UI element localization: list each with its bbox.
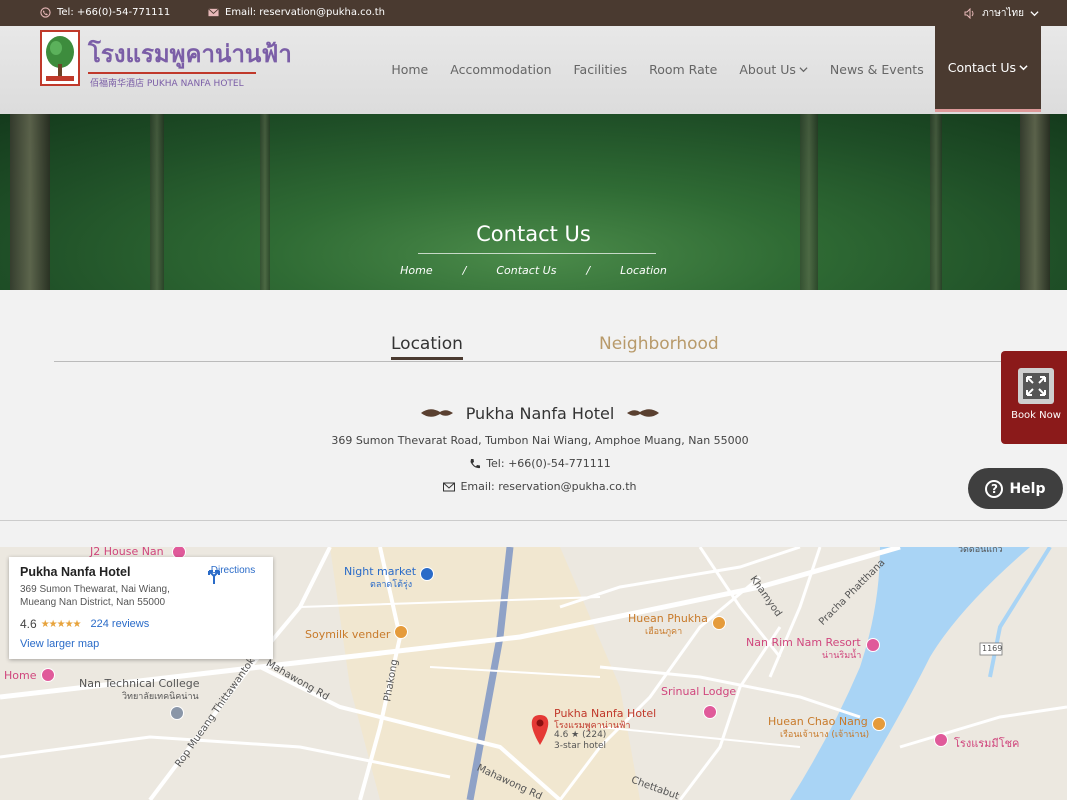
speaker-icon	[964, 8, 974, 19]
hotel-marker-icon[interactable]	[41, 668, 55, 682]
nav-about-us[interactable]: About Us	[728, 26, 819, 112]
phone-icon	[40, 7, 51, 18]
topbar-email-text: Email: reservation@pukha.co.th	[225, 7, 386, 18]
chevron-down-icon	[799, 66, 808, 72]
map-card-title: Pukha Nanfa Hotel	[20, 565, 131, 579]
book-now-label: Book Now	[1011, 410, 1061, 421]
envelope-icon	[208, 8, 219, 17]
hotel-name: Pukha Nanfa Hotel	[465, 403, 615, 423]
tab-location[interactable]: Location	[391, 334, 463, 360]
site-header: โรงแรมพูคาน่านฟ้า 佰福南华酒店 PUKHA NANFA HOT…	[0, 26, 1067, 114]
envelope-icon	[443, 482, 456, 491]
directions-icon	[208, 570, 220, 584]
map-card-address: 369 Sumon Thewarat, Nai Wiang, Mueang Na…	[20, 584, 170, 608]
directions-button[interactable]: Directions	[205, 565, 261, 584]
school-marker-icon[interactable]	[170, 706, 184, 720]
hotel-marker-icon[interactable]	[866, 638, 880, 652]
contact-tabs: Location Neighborhood	[54, 330, 1067, 362]
google-map[interactable]: J2 House Nan Night market ตลาดโต้รุ่ง So…	[0, 547, 1067, 800]
leaf-ornament-icon	[627, 409, 660, 417]
hotel-name-row: Pukha Nanfa Hotel	[0, 402, 1067, 424]
nav-facilities[interactable]: Facilities	[563, 26, 639, 112]
topbar-email[interactable]: Email: reservation@pukha.co.th	[208, 7, 385, 18]
top-bar: Tel: +66(0)-54-771111 Email: reservation…	[0, 0, 1067, 26]
book-now-button[interactable]: Book Now	[1001, 351, 1067, 444]
language-label: ภาษาไทย	[982, 8, 1024, 19]
leaf-ornament-icon	[420, 409, 453, 417]
rating-stars-icon: ★★★★★	[40, 618, 82, 630]
breadcrumb-separator: /	[462, 264, 467, 277]
help-label: Help	[1009, 480, 1046, 497]
topbar-phone[interactable]: Tel: +66(0)-54-771111	[40, 7, 170, 18]
hotel-marker-icon[interactable]	[703, 705, 717, 719]
hotel-logo[interactable]: โรงแรมพูคาน่านฟ้า 佰福南华酒店 PUKHA NANFA HOT…	[40, 30, 292, 90]
logo-thai-name: โรงแรมพูคาน่านฟ้า	[88, 39, 292, 68]
shopping-marker-icon[interactable]	[420, 567, 434, 581]
main-nav: Home Accommodation Facilities Room Rate …	[380, 26, 1041, 112]
language-selector[interactable]: ภาษาไทย	[964, 6, 1039, 21]
view-larger-map-link[interactable]: View larger map	[20, 638, 99, 650]
cafe-marker-icon[interactable]	[394, 625, 408, 639]
logo-english-name: 佰福南华酒店 PUKHA NANFA HOTEL	[90, 79, 244, 89]
topbar-phone-text: Tel: +66(0)-54-771111	[57, 7, 171, 18]
breadcrumb-location: Location	[620, 264, 667, 277]
hotel-email[interactable]: Email: reservation@pukha.co.th	[0, 480, 1067, 493]
tree-logo-icon	[40, 30, 80, 86]
chevron-down-icon	[1030, 11, 1039, 17]
breadcrumb-contact-us[interactable]: Contact Us	[496, 264, 556, 277]
help-button[interactable]: ? Help	[968, 468, 1063, 509]
map-info-card: Pukha Nanfa Hotel 369 Sumon Thewarat, Na…	[9, 557, 273, 659]
chevron-down-icon	[1019, 65, 1028, 71]
nav-room-rate[interactable]: Room Rate	[638, 26, 728, 112]
question-icon: ?	[985, 479, 1004, 498]
map-card-reviews-link[interactable]: 224 reviews	[91, 618, 150, 630]
expand-icon	[1018, 368, 1054, 404]
map-card-rating: 4.6 ★★★★★ 224 reviews	[20, 617, 150, 631]
page-title: Contact Us	[476, 222, 591, 246]
hero-banner: Contact Us Home / Contact Us / Location	[0, 114, 1067, 290]
breadcrumb-separator: /	[586, 264, 591, 277]
nav-accommodation[interactable]: Accommodation	[439, 26, 562, 112]
tab-neighborhood[interactable]: Neighborhood	[599, 334, 719, 354]
hotel-address: 369 Sumon Thevarat Road, Tumbon Nai Wian…	[331, 434, 749, 447]
nav-contact-us[interactable]: Contact Us	[934, 26, 1041, 112]
breadcrumb-home[interactable]: Home	[400, 264, 432, 277]
hotel-info: Pukha Nanfa Hotel 369 Sumon Thevarat Roa…	[0, 402, 1067, 494]
nav-news-events[interactable]: News & Events	[819, 26, 935, 112]
breadcrumb: Home / Contact Us / Location	[0, 264, 1067, 277]
title-underline	[418, 253, 656, 254]
restaurant-marker-icon[interactable]	[872, 717, 886, 731]
logo-divider	[88, 72, 256, 74]
nav-home[interactable]: Home	[380, 26, 439, 112]
hotel-phone[interactable]: Tel: +66(0)-54-771111	[0, 457, 1067, 470]
restaurant-marker-icon[interactable]	[712, 616, 726, 630]
hotel-marker-icon[interactable]	[934, 733, 948, 747]
section-divider	[0, 520, 1067, 521]
phone-icon	[470, 458, 481, 468]
